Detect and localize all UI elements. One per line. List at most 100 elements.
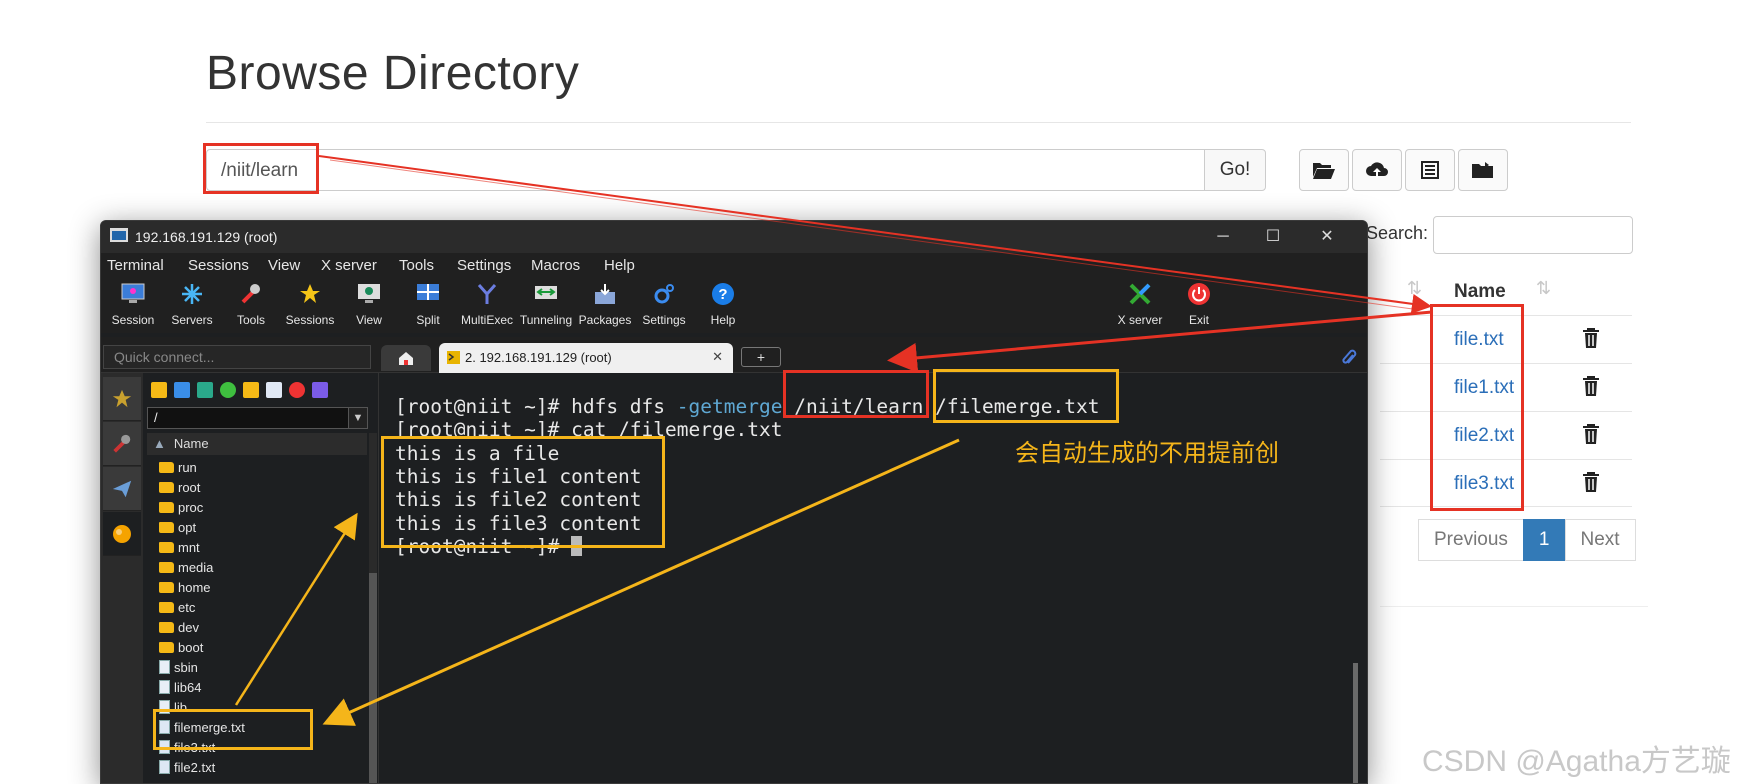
tools-side-button[interactable]	[103, 422, 141, 466]
folder-icon	[159, 541, 174, 553]
folder-open-button[interactable]	[1299, 149, 1349, 191]
trash-icon[interactable]	[1582, 423, 1600, 450]
move-button[interactable]	[1458, 149, 1508, 191]
chevron-down-icon[interactable]: ▼	[348, 407, 368, 429]
menu-sessions[interactable]: Sessions	[188, 257, 249, 274]
text-edit-icon[interactable]	[312, 382, 328, 398]
menu-help[interactable]: Help	[604, 257, 635, 274]
packages-icon	[592, 281, 618, 307]
menu-bar: Terminal Sessions View X server Tools Se…	[101, 253, 1367, 277]
home-tab[interactable]	[381, 345, 431, 371]
trash-icon[interactable]	[1582, 471, 1600, 498]
new-folder-icon[interactable]	[243, 382, 259, 398]
split-button[interactable]: Split	[396, 281, 460, 327]
sftp-list-item[interactable]: file3.txt	[159, 737, 359, 757]
sort-icon[interactable]: ⇅	[1536, 278, 1551, 299]
sftp-list-item[interactable]: etc	[159, 597, 359, 617]
sftp-side-button[interactable]	[103, 512, 141, 556]
menu-xserver[interactable]: X server	[321, 257, 377, 274]
parent-folder-icon[interactable]	[151, 382, 167, 398]
exit-button[interactable]: Exit	[1167, 281, 1231, 327]
menu-terminal[interactable]: Terminal	[107, 257, 164, 274]
sftp-list-item[interactable]: file2.txt	[159, 757, 359, 777]
send-side-button[interactable]	[103, 467, 141, 511]
sessions-side-button[interactable]	[103, 377, 141, 421]
previous-page-button[interactable]: Previous	[1418, 519, 1524, 561]
page-1-button[interactable]: 1	[1522, 519, 1566, 561]
sftp-list-item[interactable]: home	[159, 577, 359, 597]
tools-button[interactable]: Tools	[219, 281, 283, 327]
session-tab[interactable]: 2. 192.168.191.129 (root) ✕	[439, 343, 733, 373]
folder-icon	[159, 621, 174, 633]
sftp-list-item[interactable]: sbin	[159, 657, 359, 677]
sftp-list-item[interactable]: run	[159, 457, 359, 477]
sftp-list-item[interactable]: boot	[159, 637, 359, 657]
close-tab-icon[interactable]: ✕	[712, 349, 723, 365]
sftp-list-item[interactable]: media	[159, 557, 359, 577]
folder-icon	[159, 581, 174, 593]
refresh-icon[interactable]	[220, 382, 236, 398]
terminal-scrollbar[interactable]	[1353, 663, 1358, 783]
window-titlebar[interactable]: 192.168.191.129 (root) ─ ☐ ✕	[101, 221, 1367, 253]
window-title: 192.168.191.129 (root)	[135, 229, 278, 245]
sftp-list-item[interactable]: root	[159, 477, 359, 497]
menu-tools[interactable]: Tools	[399, 257, 434, 274]
sftp-item-label: filemerge.txt	[174, 719, 245, 735]
list-button[interactable]	[1405, 149, 1455, 191]
next-page-button[interactable]: Next	[1564, 519, 1636, 561]
upload-button[interactable]	[1352, 149, 1402, 191]
help-button[interactable]: ? Help	[691, 281, 755, 327]
sort-icon[interactable]: ⇅	[1407, 278, 1422, 299]
sftp-list-item[interactable]: mnt	[159, 537, 359, 557]
sftp-item-label: dev	[178, 619, 199, 635]
file-link[interactable]: file3.txt	[1454, 473, 1514, 495]
go-button[interactable]: Go!	[1204, 149, 1266, 191]
minimize-icon[interactable]: ─	[1213, 227, 1233, 247]
sftp-item-label: etc	[178, 599, 196, 615]
trash-icon[interactable]	[1582, 375, 1600, 402]
file-link[interactable]: file2.txt	[1454, 425, 1514, 447]
sftp-name-column[interactable]: ▲ Name	[147, 433, 367, 455]
sftp-list-item[interactable]: filemerge.txt	[159, 717, 359, 737]
folder-open-icon	[1313, 163, 1335, 179]
sftp-item-label: proc	[178, 499, 204, 515]
sftp-scrollbar-thumb[interactable]	[369, 573, 377, 783]
sftp-list-item[interactable]: dev	[159, 617, 359, 637]
sftp-list-item[interactable]: lib64	[159, 677, 359, 697]
download-icon[interactable]	[174, 382, 190, 398]
menu-settings[interactable]: Settings	[457, 257, 511, 274]
search-input[interactable]	[1433, 216, 1633, 254]
xserver-button[interactable]: X server	[1108, 281, 1172, 327]
file-link[interactable]: file.txt	[1454, 329, 1504, 351]
session-button[interactable]: Session	[101, 281, 165, 327]
new-tab-button[interactable]: +	[741, 347, 781, 367]
sftp-path-input[interactable]: /	[147, 407, 349, 429]
maximize-icon[interactable]: ☐	[1263, 227, 1283, 247]
menu-view[interactable]: View	[268, 257, 300, 274]
servers-button[interactable]: Servers	[160, 281, 224, 327]
file-link[interactable]: file1.txt	[1454, 377, 1514, 399]
symlink-icon	[159, 660, 170, 674]
sessions-button[interactable]: Sessions	[278, 281, 342, 327]
xserver-icon	[1127, 281, 1153, 307]
view-button[interactable]: View	[337, 281, 401, 327]
folder-icon	[159, 461, 174, 473]
trash-icon[interactable]	[1582, 327, 1600, 354]
new-file-icon[interactable]	[266, 382, 282, 398]
settings-button[interactable]: Settings	[632, 281, 696, 327]
name-column-header[interactable]: Name	[1454, 281, 1506, 303]
sftp-icon	[113, 524, 131, 543]
sftp-list-item[interactable]: opt	[159, 517, 359, 537]
menu-macros[interactable]: Macros	[531, 257, 580, 274]
close-icon[interactable]: ✕	[1317, 227, 1337, 247]
quick-connect-input[interactable]: Quick connect...	[103, 345, 371, 369]
delete-icon[interactable]	[289, 382, 305, 398]
sftp-list-item[interactable]: lib	[159, 697, 359, 717]
paperclip-icon[interactable]	[1341, 349, 1357, 367]
multiexec-button[interactable]: MultiExec	[455, 281, 519, 327]
upload-icon[interactable]	[197, 382, 213, 398]
sftp-list-item[interactable]: proc	[159, 497, 359, 517]
packages-button[interactable]: Packages	[573, 281, 637, 327]
tunneling-button[interactable]: Tunneling	[514, 281, 578, 327]
path-input[interactable]: /niit/learn	[206, 149, 1206, 191]
